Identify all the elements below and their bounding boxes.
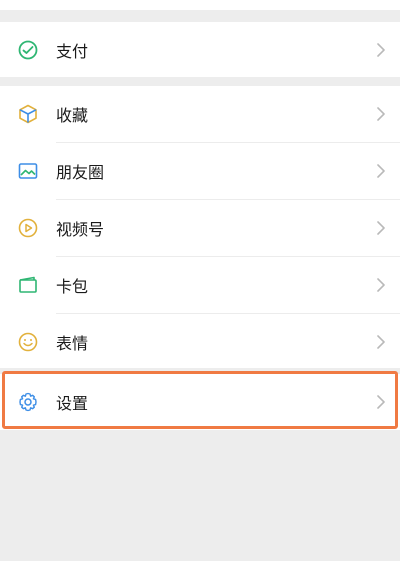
channels-play-icon: [17, 217, 39, 239]
menu-item-label: 表情: [56, 334, 89, 353]
chevron-right-icon: [376, 277, 386, 293]
chevron-right-icon: [376, 42, 386, 58]
menu-item-card-wallet[interactable]: 卡包: [0, 257, 400, 313]
gear-icon: [17, 391, 39, 413]
moments-image-icon: [17, 160, 39, 182]
menu-item-pay[interactable]: 支付: [0, 22, 400, 78]
menu-item-moments[interactable]: 朋友圈: [0, 143, 400, 199]
sticker-smile-icon: [17, 331, 39, 353]
main-section: 收藏 朋友圈 视频号 卡包 表情: [0, 86, 400, 368]
chevron-right-icon: [376, 163, 386, 179]
menu-item-stickers[interactable]: 表情: [0, 314, 400, 370]
chevron-right-icon: [376, 394, 386, 410]
menu-item-label: 设置: [56, 394, 89, 413]
menu-item-label: 朋友圈: [56, 163, 105, 182]
menu-item-label: 收藏: [56, 106, 89, 125]
pay-icon: [17, 39, 39, 61]
menu-item-channels[interactable]: 视频号: [0, 200, 400, 256]
menu-item-label: 支付: [56, 42, 89, 61]
menu-item-label: 卡包: [56, 277, 89, 296]
chevron-right-icon: [376, 106, 386, 122]
menu-item-label: 视频号: [56, 220, 105, 239]
chevron-right-icon: [376, 220, 386, 236]
card-wallet-icon: [17, 274, 39, 296]
menu-item-favorites[interactable]: 收藏: [0, 86, 400, 142]
top-section: [0, 0, 400, 10]
favorites-cube-icon: [17, 103, 39, 125]
pay-section: 支付: [0, 22, 400, 77]
chevron-right-icon: [376, 334, 386, 350]
settings-section: 设置: [0, 374, 400, 430]
menu-item-settings[interactable]: 设置: [0, 374, 400, 430]
